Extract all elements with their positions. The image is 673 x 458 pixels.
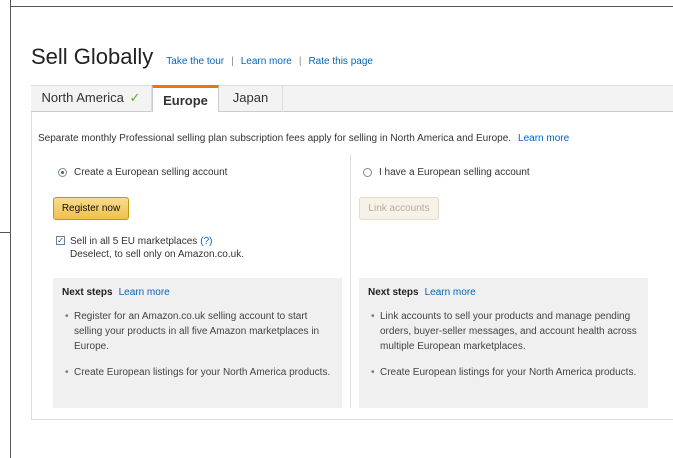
link-accounts-button[interactable]: Link accounts bbox=[359, 197, 439, 220]
tab-europe[interactable]: Europe bbox=[152, 85, 219, 114]
list-item: Register for an Amazon.co.uk selling acc… bbox=[65, 309, 335, 354]
tab-label: North America bbox=[41, 90, 124, 105]
rate-page-link[interactable]: Rate this page bbox=[308, 56, 373, 67]
page-title: Sell Globally bbox=[31, 44, 154, 69]
sell-all-eu-text: Sell in all 5 EU marketplaces (?) Deselec… bbox=[70, 235, 244, 261]
next-steps-learn-more-link[interactable]: Learn more bbox=[425, 287, 476, 298]
learn-more-link[interactable]: Learn more bbox=[241, 56, 292, 67]
check-icon: ✓ bbox=[129, 90, 141, 105]
tab-japan[interactable]: Japan bbox=[219, 85, 283, 113]
window-frame-left bbox=[10, 0, 11, 458]
region-tabs: North America ✓ Europe Japan bbox=[31, 85, 673, 114]
notice-learn-more-link[interactable]: Learn more bbox=[518, 133, 569, 144]
sell-all-eu-label: Sell in all 5 EU marketplaces bbox=[70, 236, 198, 247]
next-steps-heading: Next steps bbox=[62, 287, 113, 298]
column-divider bbox=[350, 154, 351, 408]
window-frame-top bbox=[10, 6, 673, 7]
next-steps-list: Register for an Amazon.co.uk selling acc… bbox=[65, 309, 335, 391]
checkbox-checked-icon[interactable]: ✓ bbox=[56, 236, 65, 245]
take-tour-link[interactable]: Take the tour bbox=[166, 56, 224, 67]
list-item: Link accounts to sell your products and … bbox=[371, 309, 641, 354]
next-steps-header: Next steps Learn more bbox=[62, 287, 170, 298]
tab-label: Japan bbox=[232, 90, 269, 105]
sell-all-eu-option[interactable]: ✓ Sell in all 5 EU marketplaces (?) Desel… bbox=[56, 235, 244, 261]
create-account-label: Create a European selling account bbox=[74, 167, 228, 178]
link-separator: | bbox=[231, 56, 234, 67]
subscription-notice: Separate monthly Professional selling pl… bbox=[38, 133, 569, 144]
notice-text: Separate monthly Professional selling pl… bbox=[38, 133, 512, 144]
list-item: Create European listings for your North … bbox=[65, 365, 335, 380]
next-steps-header: Next steps Learn more bbox=[368, 287, 476, 298]
register-now-button[interactable]: Register now bbox=[53, 197, 129, 220]
next-steps-heading: Next steps bbox=[368, 287, 419, 298]
radio-selected-icon[interactable] bbox=[58, 168, 67, 177]
next-steps-link: Next steps Learn more Link accounts to se… bbox=[359, 278, 648, 408]
next-steps-learn-more-link[interactable]: Learn more bbox=[119, 287, 170, 298]
tab-north-america[interactable]: North America ✓ bbox=[31, 85, 152, 113]
create-account-option[interactable]: Create a European selling account bbox=[58, 167, 227, 178]
next-steps-create: Next steps Learn more Register for an Ama… bbox=[53, 278, 342, 408]
next-steps-list: Link accounts to sell your products and … bbox=[371, 309, 641, 391]
frame-connector bbox=[0, 232, 10, 233]
link-separator: | bbox=[298, 56, 302, 67]
help-link[interactable]: (?) bbox=[200, 236, 212, 247]
header-links: Take the tour | Learn more | Rate this page bbox=[166, 56, 373, 67]
existing-account-label: I have a European selling account bbox=[379, 167, 530, 178]
radio-unselected-icon[interactable] bbox=[363, 168, 372, 177]
list-item: Create European listings for your North … bbox=[371, 365, 641, 380]
existing-account-option[interactable]: I have a European selling account bbox=[363, 167, 530, 178]
page-header: Sell Globally Take the tour | Learn more | R… bbox=[31, 44, 373, 70]
deselect-note: Deselect, to sell only on Amazon.co.uk. bbox=[70, 249, 244, 260]
tab-label: Europe bbox=[163, 93, 208, 108]
